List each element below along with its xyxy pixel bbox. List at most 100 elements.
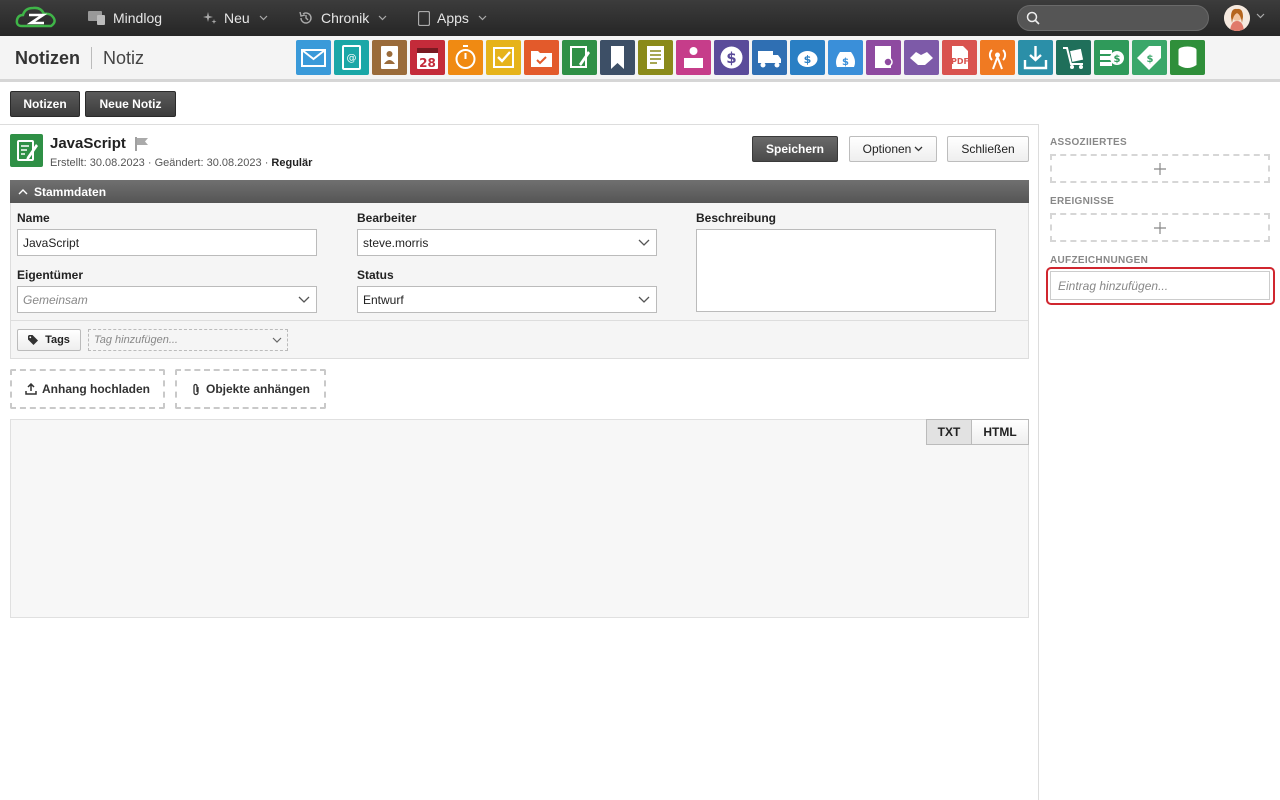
app-contracts-button[interactable] <box>866 40 901 75</box>
tags-button[interactable]: Tags <box>17 329 81 351</box>
svg-text:@: @ <box>347 53 357 64</box>
plus-icon <box>1154 162 1166 175</box>
paperclip-icon <box>193 383 199 395</box>
mail-icon <box>301 49 326 67</box>
documents-icon <box>647 46 664 69</box>
add-entry-input[interactable]: Eintrag hinzufügen... <box>1050 271 1270 300</box>
app-pricing-button[interactable]: $ <box>1132 40 1167 75</box>
app-tasks-button[interactable] <box>486 40 521 75</box>
changed-date: 30.08.2023 <box>206 157 262 169</box>
pdf-icon: PDF <box>951 46 969 69</box>
note-meta: Erstellt: 30.08.2023 · Geändert: 30.08.2… <box>50 157 313 169</box>
save-button[interactable]: Speichern <box>752 136 838 162</box>
app-support-button[interactable] <box>676 40 711 75</box>
app-pdf-button[interactable]: PDF <box>942 40 977 75</box>
bookmarks-icon <box>611 46 624 69</box>
svg-text:$: $ <box>1114 54 1121 65</box>
app-delivery-button[interactable] <box>752 40 787 75</box>
app-deals-button[interactable] <box>904 40 939 75</box>
chevron-up-icon <box>18 189 28 195</box>
cash-icon: $ <box>1100 50 1124 66</box>
app-cash-button[interactable]: $ <box>1094 40 1129 75</box>
download-icon <box>1023 46 1048 70</box>
chevron-down-icon <box>272 337 282 343</box>
app-finance-button[interactable]: $ <box>714 40 749 75</box>
app-timer-button[interactable] <box>448 40 483 75</box>
note-editor[interactable] <box>10 419 1029 618</box>
chevron-down-icon <box>638 239 650 246</box>
beschreibung-textarea[interactable] <box>696 229 996 312</box>
plus-icon <box>1154 221 1166 234</box>
contracts-icon <box>875 46 893 68</box>
stammdaten-header[interactable]: Stammdaten <box>10 180 1029 203</box>
status-select[interactable]: Entwurf <box>357 286 657 313</box>
app-contacts-button[interactable] <box>372 40 407 75</box>
app-documents-button[interactable] <box>638 40 673 75</box>
app-database-button[interactable] <box>1170 40 1205 75</box>
add-associated-button[interactable] <box>1050 154 1270 183</box>
app-money-bag-button[interactable]: $ <box>828 40 863 75</box>
app-notes-button[interactable] <box>562 40 597 75</box>
app-broadcast-button[interactable] <box>980 40 1015 75</box>
flag-icon[interactable] <box>135 137 149 151</box>
chevron-down-icon <box>638 296 650 303</box>
chevron-down-icon <box>914 146 923 152</box>
app-calendar-button[interactable]: 28 <box>410 40 445 75</box>
svg-text:$: $ <box>804 53 812 66</box>
notes-icon <box>570 46 590 68</box>
app-projects-button[interactable] <box>524 40 559 75</box>
app-address-book-button[interactable]: @ <box>334 40 369 75</box>
bearbeiter-select[interactable]: steve.morris <box>357 229 657 256</box>
shipping-icon <box>1063 47 1084 69</box>
nav-apps[interactable]: Apps <box>418 0 487 36</box>
tag-placeholder: Tag hinzufügen... <box>94 334 178 346</box>
svg-text:PDF: PDF <box>951 57 969 66</box>
stammdaten-title: Stammdaten <box>34 184 107 199</box>
chevron-down-icon <box>298 296 310 303</box>
search-icon <box>1026 11 1040 25</box>
user-avatar-icon <box>1224 5 1250 31</box>
close-button[interactable]: Schließen <box>947 136 1029 162</box>
app-shipping-button[interactable] <box>1056 40 1091 75</box>
devices-icon <box>88 11 105 25</box>
avatar[interactable] <box>1224 5 1250 31</box>
top-bar: Mindlog Neu Chronik Apps <box>0 0 1280 36</box>
html-tab[interactable]: HTML <box>971 419 1029 445</box>
chevron-down-icon <box>378 15 387 21</box>
delivery-icon <box>758 51 781 68</box>
options-button[interactable]: Optionen <box>849 136 937 162</box>
new-note-button[interactable]: Neue Notiz <box>85 91 176 117</box>
options-label: Optionen <box>862 142 912 156</box>
app-download-button[interactable] <box>1018 40 1053 75</box>
calendar-day-text: 28 <box>419 56 436 70</box>
page-subtitle: Notiz <box>103 48 145 68</box>
app-mail-button[interactable] <box>296 40 331 75</box>
app-piggy-bank-button[interactable]: $ <box>790 40 825 75</box>
nav-mindlog[interactable]: Mindlog <box>88 0 162 36</box>
search-input[interactable] <box>1017 5 1209 31</box>
support-icon <box>684 47 703 68</box>
chevron-down-icon <box>259 15 268 21</box>
attach-objects-button[interactable]: Objekte anhängen <box>175 369 326 409</box>
tag-input[interactable]: Tag hinzufügen... <box>88 329 288 351</box>
app-bookmarks-button[interactable] <box>600 40 635 75</box>
notizen-button[interactable]: Notizen <box>10 91 80 117</box>
status-value: Entwurf <box>363 292 404 307</box>
txt-tab[interactable]: TXT <box>926 419 972 445</box>
chevron-down-icon[interactable] <box>1256 13 1265 19</box>
tag-icon <box>28 335 39 345</box>
upload-attachment-button[interactable]: Anhang hochladen <box>10 369 165 409</box>
created-label: Erstellt: <box>50 157 87 169</box>
nav-chronik-label: Chronik <box>321 10 370 26</box>
add-event-button[interactable] <box>1050 213 1270 242</box>
eigentuemer-select[interactable]: Gemeinsam <box>17 286 317 313</box>
bearbeiter-label: Bearbeiter <box>357 211 417 225</box>
page-header: Notizen Notiz @28 $ $ $ PDF $ $ <box>0 36 1280 82</box>
app-logo-icon[interactable] <box>14 5 58 31</box>
nav-chronik[interactable]: Chronik <box>298 0 387 36</box>
note-title: JavaScript <box>50 135 126 152</box>
name-field[interactable]: JavaScript <box>17 229 317 256</box>
nav-neu[interactable]: Neu <box>203 0 268 36</box>
eigentuemer-placeholder: Gemeinsam <box>23 292 88 307</box>
beschreibung-label: Beschreibung <box>696 211 777 225</box>
